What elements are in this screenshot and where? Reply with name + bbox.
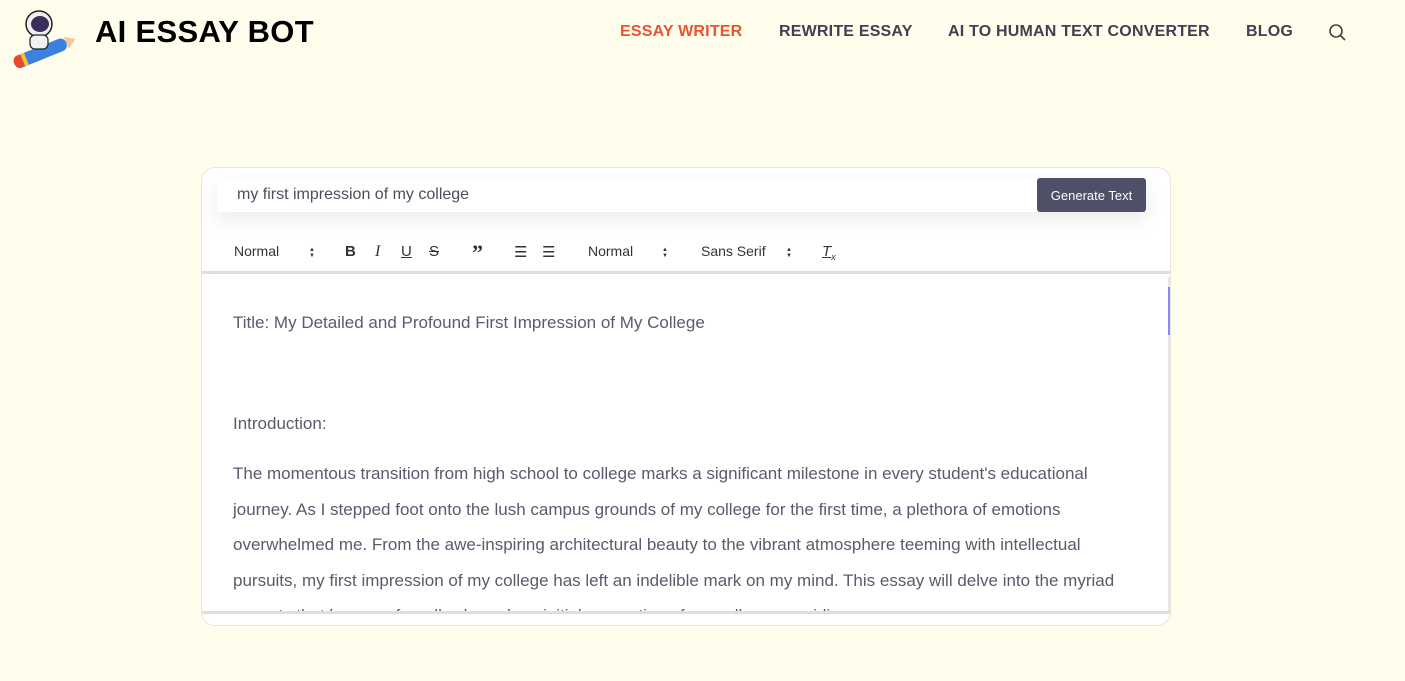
bold-icon[interactable]: B [345,243,356,260]
select-arrows-icon: ▲ ▼ [662,247,668,259]
ordered-list-icon[interactable]: ☰ [514,243,527,261]
strike-icon[interactable]: S [429,243,439,260]
select-arrows-icon: ▲ ▼ [786,247,792,259]
editor-scrollbar[interactable] [1168,277,1170,611]
astronaut-pencil-logo[interactable] [6,4,78,68]
bullet-list-icon[interactable]: ☰ [542,243,555,261]
header-select-value: Normal [234,243,280,259]
section-heading: Introduction: [233,413,327,433]
brand-name[interactable]: AI ESSAY BOT [95,14,314,50]
font-select-value: Sans Serif [701,243,766,259]
nav-ai-to-human[interactable]: AI TO HUMAN TEXT CONVERTER [948,23,1210,41]
nav-rewrite-essay[interactable]: REWRITE ESSAY [779,23,913,41]
nav-blog[interactable]: BLOG [1246,23,1293,41]
header-select[interactable]: Normal ▲ ▼ [234,243,319,259]
size-select-value: Normal [588,243,634,259]
editor-toolbar: Normal ▲ ▼ B I U S ” ☰ ☰ Normal ▲ ▼ Sans Ser… [202,228,1170,274]
blockquote-icon[interactable]: ” [472,240,483,266]
italic-icon[interactable]: I [375,243,380,261]
select-arrows-icon: ▲ ▼ [309,247,315,259]
essay-generator-card: Generate Text Normal ▲▼ B I U S ” ☰ ☰ Nor… [201,167,1171,626]
editor-bottom-border [202,611,1170,614]
essay-title: Title: My Detailed and Profound First Im… [233,313,705,332]
essay-paragraph: The momentous transition from high schoo… [233,464,1115,611]
clear-format-icon[interactable]: Tx [822,243,836,262]
prompt-input[interactable] [217,178,1017,212]
underline-icon[interactable]: U [401,243,412,260]
scrollbar-thumb[interactable] [1168,287,1170,335]
nav-essay-writer[interactable]: ESSAY WRITER [620,23,742,41]
essay-editor[interactable]: Title: My Detailed and Profound First Im… [202,277,1168,611]
generate-text-button[interactable]: Generate Text [1037,178,1146,212]
prompt-bar: Generate Text [217,178,1146,212]
search-icon[interactable] [1328,23,1348,43]
size-select[interactable]: Normal ▲ ▼ [588,243,673,259]
font-select[interactable]: Sans Serif ▲ ▼ [701,243,796,259]
